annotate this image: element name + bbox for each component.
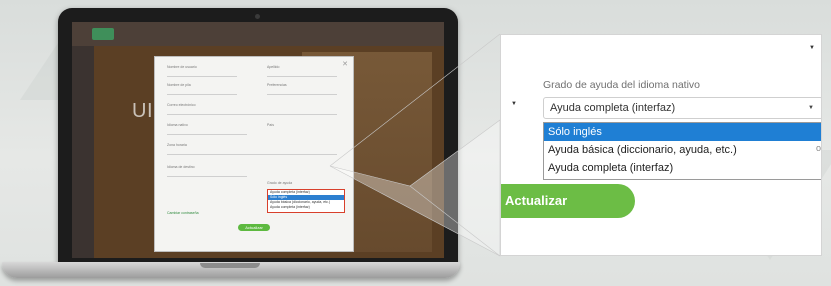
app-sidebar — [72, 46, 94, 258]
lastname-field[interactable] — [267, 70, 337, 77]
app-logo — [92, 28, 114, 40]
target-language-select[interactable] — [167, 170, 247, 177]
laptop: UI ro ✕ Nombre de usuario Apellido Nombr… — [58, 8, 458, 266]
field-label: Correo electrónico — [167, 103, 196, 107]
field-label: Apellido — [267, 65, 280, 69]
update-button-small[interactable]: Actualizar — [238, 224, 270, 231]
field-label: Idioma nativo — [167, 123, 188, 127]
option-only-english[interactable]: Sólo inglés — [544, 123, 821, 141]
app-topbar — [72, 22, 444, 46]
selected-value: Ayuda completa (interfaz) — [550, 102, 676, 114]
dropdown-option[interactable]: Ayuda completa (interfaz) — [268, 205, 344, 210]
laptop-screen: UI ro ✕ Nombre de usuario Apellido Nombr… — [72, 22, 444, 258]
field-label: Idioma de destino — [167, 165, 195, 169]
help-level-select[interactable]: Ayuda completa (interfaz) ▼ — [543, 97, 821, 119]
zoom-callout: ▼ ▼ Grado de ayuda del idioma nativo Ayu… — [500, 34, 822, 256]
cropped-text: o — [815, 143, 821, 153]
firstname-field[interactable] — [167, 88, 237, 95]
field-label: País — [267, 123, 275, 127]
username-field[interactable] — [167, 70, 237, 77]
field-label: Nombre de usuario — [167, 65, 197, 69]
laptop-notch — [200, 263, 260, 268]
field-label: Nombre de pila — [167, 83, 191, 87]
option-basic-help[interactable]: Ayuda básica (diccionario, ayuda, etc.) — [544, 141, 821, 159]
close-icon[interactable]: ✕ — [342, 60, 348, 68]
arrow-down-icon: ▼ — [809, 45, 815, 51]
help-level-label: Grado de ayuda del idioma nativo — [543, 79, 701, 91]
timezone-select[interactable] — [167, 148, 337, 155]
native-language-select[interactable] — [167, 128, 247, 135]
change-password-link[interactable]: Cambiar contraseña — [167, 211, 199, 215]
field-label: Zona horaria — [167, 143, 187, 147]
settings-dialog: ✕ Nombre de usuario Apellido Nombre de p… — [154, 56, 354, 252]
arrow-down-icon: ▼ — [511, 101, 517, 107]
help-level-dropdown[interactable]: Ayuda completa (interfaz) Sólo inglés Ay… — [267, 189, 345, 213]
preferences-field[interactable] — [267, 88, 337, 95]
option-full-help[interactable]: Ayuda completa (interfaz) — [544, 159, 821, 177]
webcam-icon — [255, 14, 260, 19]
email-field[interactable] — [167, 108, 337, 115]
update-button[interactable]: Actualizar — [501, 184, 635, 218]
field-label: Grado de ayuda — [267, 181, 293, 185]
field-label: Preferencias — [267, 83, 287, 87]
chevron-down-icon[interactable]: ▼ — [808, 98, 814, 118]
help-level-options: Sólo inglés Ayuda básica (diccionario, a… — [543, 122, 821, 180]
